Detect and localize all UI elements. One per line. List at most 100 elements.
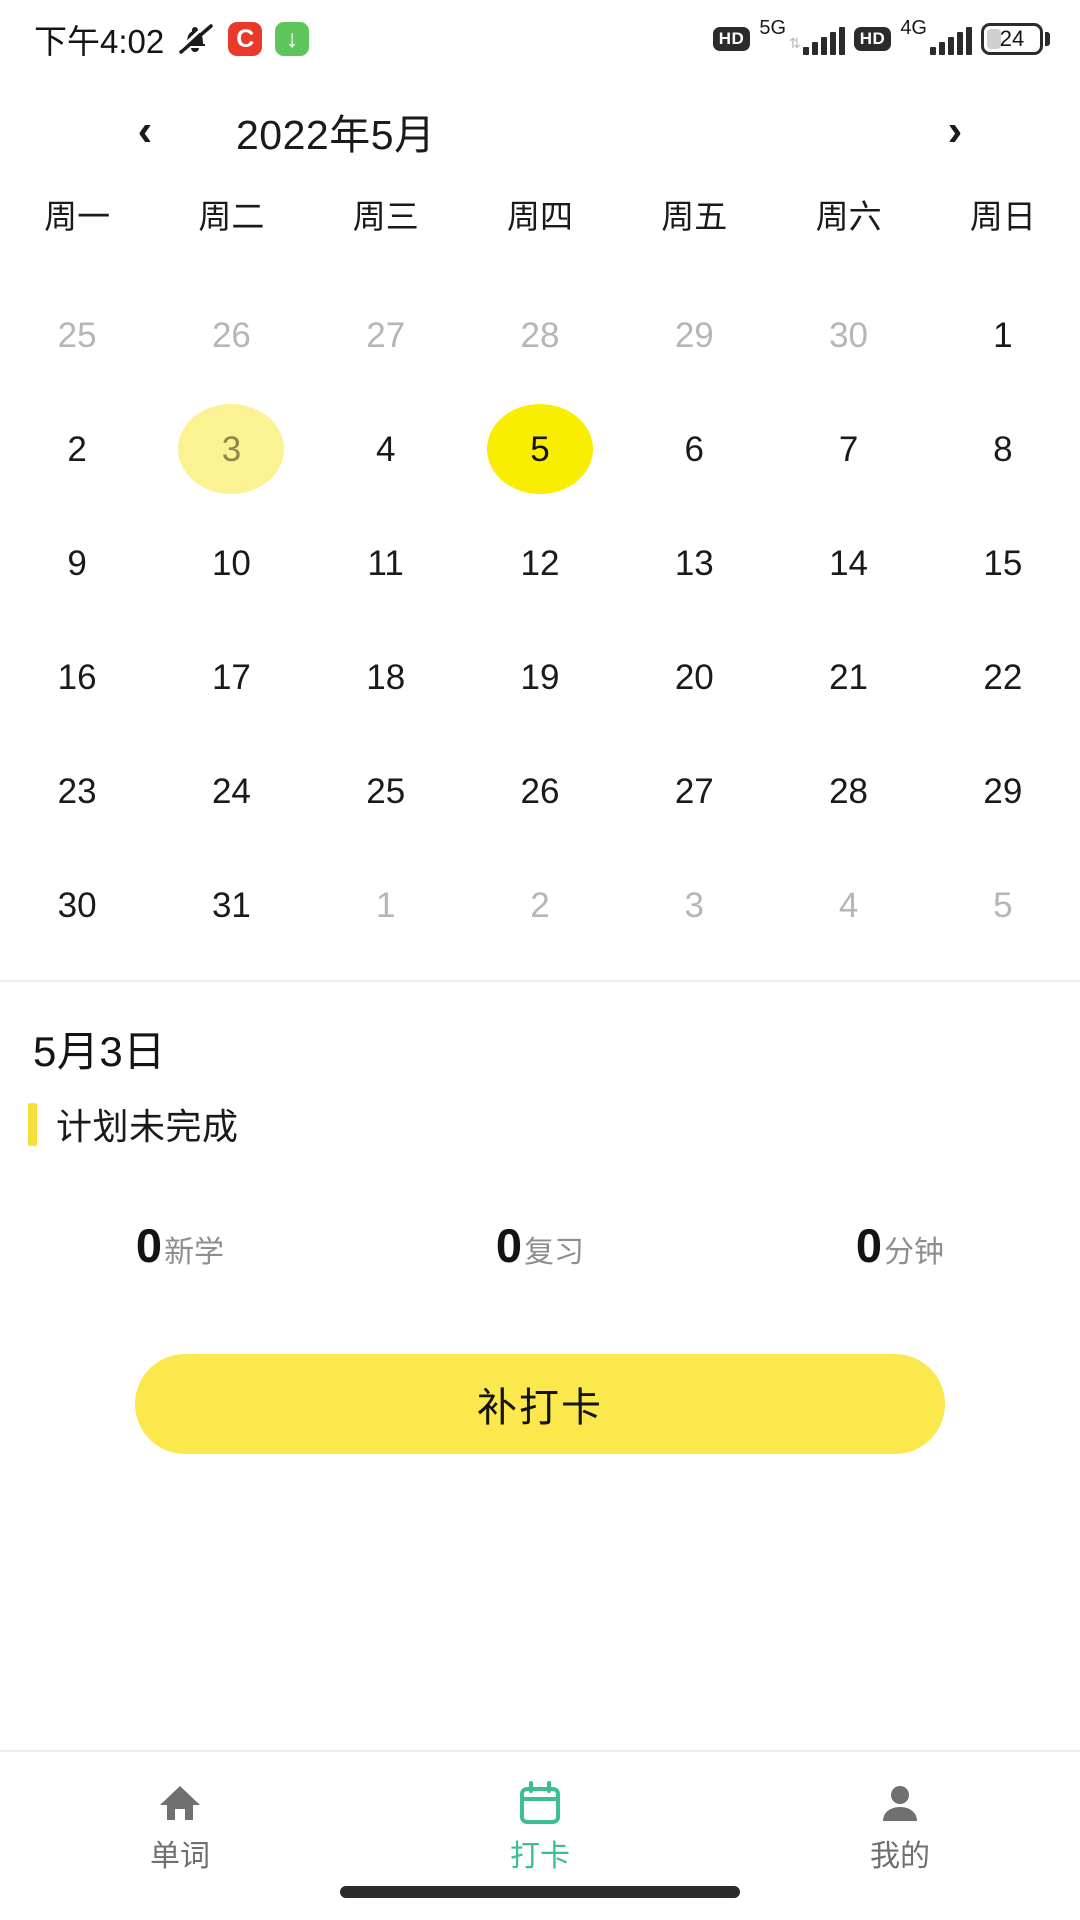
calendar-day-today[interactable]: 5 [486,404,593,494]
next-month-button[interactable]: › [920,96,990,166]
calendar-day-cell[interactable]: 28 [771,734,925,848]
calendar-day-cell[interactable]: 12 [463,506,617,620]
calendar-day-cell[interactable]: 11 [309,506,463,620]
calendar-day-cell[interactable]: 29 [617,278,771,392]
calendar-day-muted[interactable]: 28 [487,290,593,380]
calendar-day-cell[interactable]: 4 [309,392,463,506]
calendar-day-normal[interactable]: 15 [950,518,1056,608]
calendar-day-normal[interactable]: 12 [487,518,593,608]
calendar-day-normal[interactable]: 11 [333,518,439,608]
makeup-checkin-button[interactable]: 补打卡 [135,1354,945,1454]
nav-item-profile[interactable]: 我的 [720,1752,1080,1920]
calendar-day-normal[interactable]: 10 [178,518,284,608]
calendar-day-normal[interactable]: 26 [487,746,593,836]
calendar-day-cell[interactable]: 14 [771,506,925,620]
calendar-day-cell[interactable]: 16 [0,620,154,734]
bell-muted-icon [177,22,215,56]
nav-label-checkin: 打卡 [510,1840,570,1873]
calendar-day-cell[interactable]: 3 [617,848,771,962]
calendar-day-cell[interactable]: 3 [154,392,308,506]
calendar-day-cell[interactable]: 20 [617,620,771,734]
calendar-day-normal[interactable]: 28 [796,746,902,836]
calendar-day-cell[interactable]: 2 [0,392,154,506]
calendar-day-cell[interactable]: 2 [463,848,617,962]
calendar-day-normal[interactable]: 6 [641,404,747,494]
home-indicator[interactable] [340,1886,740,1898]
calendar-day-muted[interactable]: 30 [796,290,902,380]
calendar-day-cell[interactable]: 5 [926,848,1080,962]
calendar-day-cell[interactable]: 9 [0,506,154,620]
calendar-day-muted[interactable]: 4 [796,860,902,950]
calendar-day-cell[interactable]: 6 [617,392,771,506]
calendar-day-cell[interactable]: 26 [154,278,308,392]
calendar-day-normal[interactable]: 1 [950,290,1056,380]
calendar-day-cell[interactable]: 26 [463,734,617,848]
calendar-day-muted[interactable]: 27 [333,290,439,380]
calendar-day-cell[interactable]: 30 [0,848,154,962]
calendar-day-cell[interactable]: 5 [463,392,617,506]
calendar-day-cell[interactable]: 4 [771,848,925,962]
battery-icon: 24 [981,23,1050,55]
calendar-day-cell[interactable]: 8 [926,392,1080,506]
calendar-day-cell[interactable]: 21 [771,620,925,734]
calendar-day-normal[interactable]: 25 [333,746,439,836]
calendar-day-normal[interactable]: 17 [178,632,284,722]
calendar-day-cell[interactable]: 31 [154,848,308,962]
calendar-day-normal[interactable]: 21 [796,632,902,722]
calendar-day-cell[interactable]: 28 [463,278,617,392]
calendar-day-normal[interactable]: 23 [24,746,130,836]
calendar-day-normal[interactable]: 18 [333,632,439,722]
prev-month-button[interactable]: ‹ [110,96,180,166]
calendar-day-cell[interactable]: 18 [309,620,463,734]
calendar-day-normal[interactable]: 2 [24,404,130,494]
calendar-day-normal[interactable]: 27 [641,746,747,836]
calendar-day-normal[interactable]: 9 [24,518,130,608]
calendar-day-normal[interactable]: 20 [641,632,747,722]
calendar-day-normal[interactable]: 13 [641,518,747,608]
calendar-day-normal[interactable]: 14 [796,518,902,608]
calendar-day-normal[interactable]: 19 [487,632,593,722]
calendar-day-cell[interactable]: 30 [771,278,925,392]
weekday-label-0: 周一 [44,198,111,235]
calendar-day-normal[interactable]: 16 [24,632,130,722]
network-type-label-2: 4G [900,17,927,39]
calendar-day-normal[interactable]: 24 [178,746,284,836]
calendar-day-cell[interactable]: 29 [926,734,1080,848]
calendar-day-cell[interactable]: 27 [309,278,463,392]
calendar-day-normal[interactable]: 22 [950,632,1056,722]
calendar-day-cell[interactable]: 25 [0,278,154,392]
calendar-day-cell[interactable]: 13 [617,506,771,620]
calendar-day-cell[interactable]: 1 [309,848,463,962]
calendar-day-muted[interactable]: 25 [24,290,130,380]
calendar-day-cell[interactable]: 17 [154,620,308,734]
calendar-day-cell[interactable]: 24 [154,734,308,848]
weekday-label-3: 周四 [506,198,573,235]
calendar-day-cell[interactable]: 10 [154,506,308,620]
calendar-day-muted[interactable]: 3 [641,860,747,950]
calendar-day-normal[interactable]: 30 [24,860,130,950]
calendar-day-cell[interactable]: 25 [309,734,463,848]
calendar-day-cell[interactable]: 22 [926,620,1080,734]
calendar-day-cell[interactable]: 1 [926,278,1080,392]
nav-item-words[interactable]: 单词 [0,1752,360,1920]
calendar-day-cell[interactable]: 19 [463,620,617,734]
calendar-day-selected[interactable]: 3 [178,404,285,494]
status-bar: 下午4:02 C ↓ HD 5G ⇅ HD 4G 24 [0,0,1080,78]
calendar-day-muted[interactable]: 29 [641,290,747,380]
calendar-day-muted[interactable]: 26 [178,290,284,380]
calendar-day-normal[interactable]: 4 [333,404,439,494]
calendar-day-normal[interactable]: 29 [950,746,1056,836]
calendar-day-muted[interactable]: 5 [950,860,1056,950]
calendar-day-normal[interactable]: 7 [796,404,902,494]
calendar-day-cell[interactable]: 7 [771,392,925,506]
calendar-day-cell[interactable]: 23 [0,734,154,848]
section-divider [0,980,1080,982]
calendar-day-muted[interactable]: 1 [333,860,439,950]
calendar-day-muted[interactable]: 2 [487,860,593,950]
calendar-day-cell[interactable]: 27 [617,734,771,848]
calendar-day-normal[interactable]: 8 [950,404,1056,494]
calendar-day-normal[interactable]: 31 [178,860,284,950]
selected-date-title: 5月3日 [33,1028,166,1075]
plan-status-label: 计划未完成 [56,1106,239,1147]
calendar-day-cell[interactable]: 15 [926,506,1080,620]
